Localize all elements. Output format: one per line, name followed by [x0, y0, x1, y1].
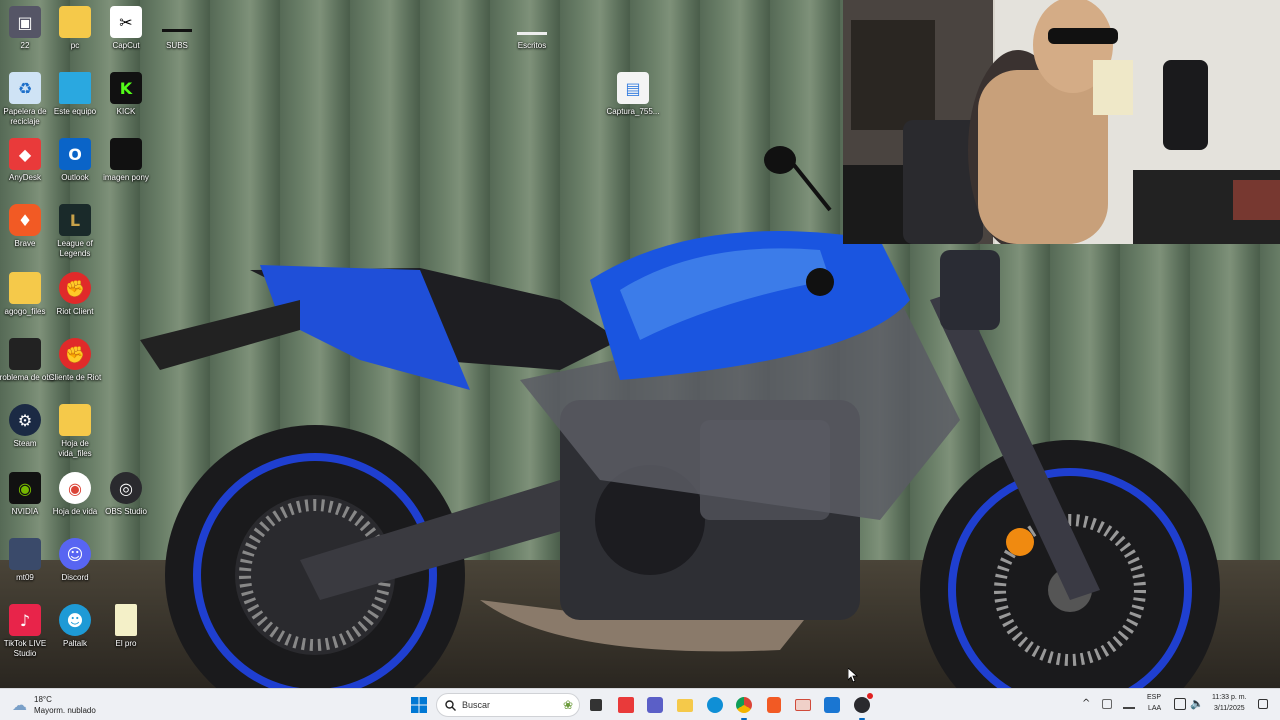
file-explorer-taskbar-button[interactable]: [673, 693, 697, 717]
image-file-icon: ▤: [617, 72, 649, 104]
teams-taskbar-button[interactable]: [643, 693, 667, 717]
obs-icon: [854, 697, 870, 713]
weather-desc: Mayorm. nublado: [34, 706, 96, 715]
webcam-feed: [843, 0, 1280, 244]
desktop-icon-el-pro[interactable]: El pro: [96, 604, 156, 649]
notification-icon[interactable]: [1258, 699, 1268, 709]
document-icon: [115, 604, 137, 636]
desktop-icon-riot-client[interactable]: ✊ Riot Client: [45, 272, 105, 317]
desktop-icon-obs-studio[interactable]: ◎ OBS Studio: [96, 472, 156, 517]
image-file-icon: [9, 538, 41, 570]
desktop-icon-discord[interactable]: ☺ Discord: [45, 538, 105, 583]
kick-icon: K: [110, 72, 142, 104]
wifi-icon[interactable]: [1174, 698, 1186, 710]
league-of-legends-icon: L: [59, 204, 91, 236]
tray-network-app-icon[interactable]: [1123, 699, 1135, 709]
anydesk-taskbar-button[interactable]: [614, 693, 638, 717]
chrome-icon: ◉: [59, 472, 91, 504]
clock-date[interactable]: 3/11/2025: [1214, 705, 1245, 712]
taskbar-search[interactable]: Buscar ❀: [436, 693, 580, 717]
store-icon: [824, 697, 840, 713]
desktop-icon-label: Captura_755...: [606, 107, 660, 116]
weather-widget[interactable]: ☁ 18°C Mayorm. nublado: [10, 693, 130, 717]
desktop-icon-label: Escritos: [517, 41, 547, 50]
computer-icon: [59, 72, 91, 104]
desktop-icon-escritos[interactable]: Escritos: [502, 6, 562, 51]
task-view-button[interactable]: [584, 693, 608, 717]
tray-app-icon[interactable]: [1102, 699, 1112, 709]
show-hidden-icons-chevron-icon[interactable]: ^: [1082, 698, 1090, 709]
desktop-icon-label: El pro: [115, 639, 137, 648]
image-file-icon: [9, 338, 41, 370]
desktop-icon-imagen-pony[interactable]: imagen pony: [96, 138, 156, 183]
task-view-icon: [590, 699, 602, 711]
desktop-icon-label: Riot Client: [56, 307, 94, 316]
desktop-icon-cliente-riot[interactable]: ✊ Cliente de Riot: [45, 338, 105, 383]
capcut-icon: ✂: [110, 6, 142, 38]
search-highlight-icon: ❀: [562, 698, 573, 712]
taskbar: ☁ 18°C Mayorm. nublado Buscar ❀ ^ ESP LA…: [0, 688, 1280, 720]
file-icon: [516, 6, 548, 38]
language-bottom[interactable]: LAA: [1148, 705, 1161, 712]
chrome-icon: [736, 697, 752, 713]
folder-icon: [59, 6, 91, 38]
chrome-taskbar-button[interactable]: [732, 693, 756, 720]
weather-temp: 18°C: [34, 695, 52, 704]
desktop-icon-label: SUBS: [166, 41, 188, 50]
desktop-icon-label: League of Legends: [57, 239, 93, 258]
anydesk-icon: [618, 697, 634, 713]
teams-icon: [647, 697, 663, 713]
desktop-icon-label: imagen pony: [103, 173, 149, 182]
store-taskbar-button[interactable]: [820, 693, 844, 717]
recording-dot-icon: [867, 693, 873, 699]
outlook-icon: O: [59, 138, 91, 170]
webcam-overlay: [843, 0, 1280, 244]
file-icon: [161, 6, 193, 38]
desktop-icon-league[interactable]: L League of Legends: [45, 204, 105, 259]
obs-taskbar-button[interactable]: [850, 693, 874, 720]
cloud-icon: ☁: [12, 696, 27, 714]
search-placeholder: Buscar: [462, 700, 491, 710]
language-top[interactable]: ESP: [1147, 694, 1161, 701]
brave-icon: ♦: [9, 204, 41, 236]
desktop-icon-hoja-vida-files[interactable]: Hoja de vida_files: [45, 404, 105, 459]
desktop-icon-label: OBS Studio: [105, 507, 147, 516]
recycle-bin-icon: ♻: [9, 72, 41, 104]
desktop-icon-label: Cliente de Riot: [48, 373, 102, 382]
desktop-icon-captura[interactable]: ▤ Captura_755...: [603, 72, 663, 117]
image-file-icon: [110, 138, 142, 170]
windows-icon: [411, 697, 427, 713]
edge-icon: [707, 697, 723, 713]
desktop-icon-subs[interactable]: SUBS: [147, 6, 207, 51]
folder-icon: [59, 404, 91, 436]
mail-icon: [795, 699, 811, 711]
paltalk-icon: ☻: [59, 604, 91, 636]
riot-icon: ✊: [59, 338, 91, 370]
brave-icon: [767, 697, 781, 713]
clock-time[interactable]: 11:33 p. m.: [1212, 694, 1247, 701]
desktop-icon-label: KICK: [116, 107, 136, 116]
desktop-icon-label: Discord: [61, 573, 89, 582]
riot-icon: ✊: [59, 272, 91, 304]
tiktok-icon: ♪: [9, 604, 41, 636]
discord-icon: ☺: [59, 538, 91, 570]
folder-icon: [9, 272, 41, 304]
brave-taskbar-button[interactable]: [762, 693, 786, 717]
start-button[interactable]: [407, 693, 431, 717]
mouse-cursor-icon: [848, 668, 858, 682]
mail-taskbar-button[interactable]: [791, 693, 815, 717]
file-explorer-icon: [677, 698, 693, 712]
nvidia-icon: ◉: [9, 472, 41, 504]
search-icon: [445, 699, 456, 711]
desktop-icon-kick[interactable]: K KICK: [96, 72, 156, 117]
anydesk-icon: ◆: [9, 138, 41, 170]
edge-taskbar-button[interactable]: [703, 693, 727, 717]
steam-icon: ⚙: [9, 404, 41, 436]
obs-icon: ◎: [110, 472, 142, 504]
desktop-icon-label: Hoja de vida_files: [58, 439, 92, 458]
photo-icon: ▣: [9, 6, 41, 38]
volume-icon[interactable]: 🔈: [1190, 697, 1204, 710]
